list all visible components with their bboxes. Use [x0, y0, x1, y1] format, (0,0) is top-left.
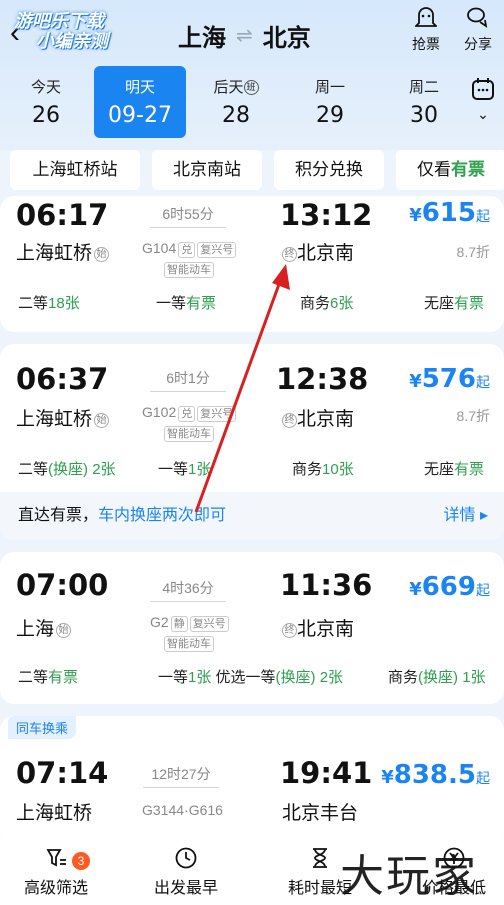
annotation-arrow-line — [194, 275, 284, 513]
annotation-arrow — [194, 264, 290, 513]
filter-icon — [6, 846, 106, 874]
annotation-arrow-head — [272, 264, 290, 290]
sort-earliest-button[interactable]: 出发最早 — [136, 846, 236, 898]
clock-icon — [136, 846, 236, 874]
advanced-filter-button[interactable]: 高级筛选 3 — [6, 846, 106, 898]
site-watermark: 大玩家 — [340, 851, 478, 902]
filter-count-badge: 3 — [72, 852, 90, 870]
